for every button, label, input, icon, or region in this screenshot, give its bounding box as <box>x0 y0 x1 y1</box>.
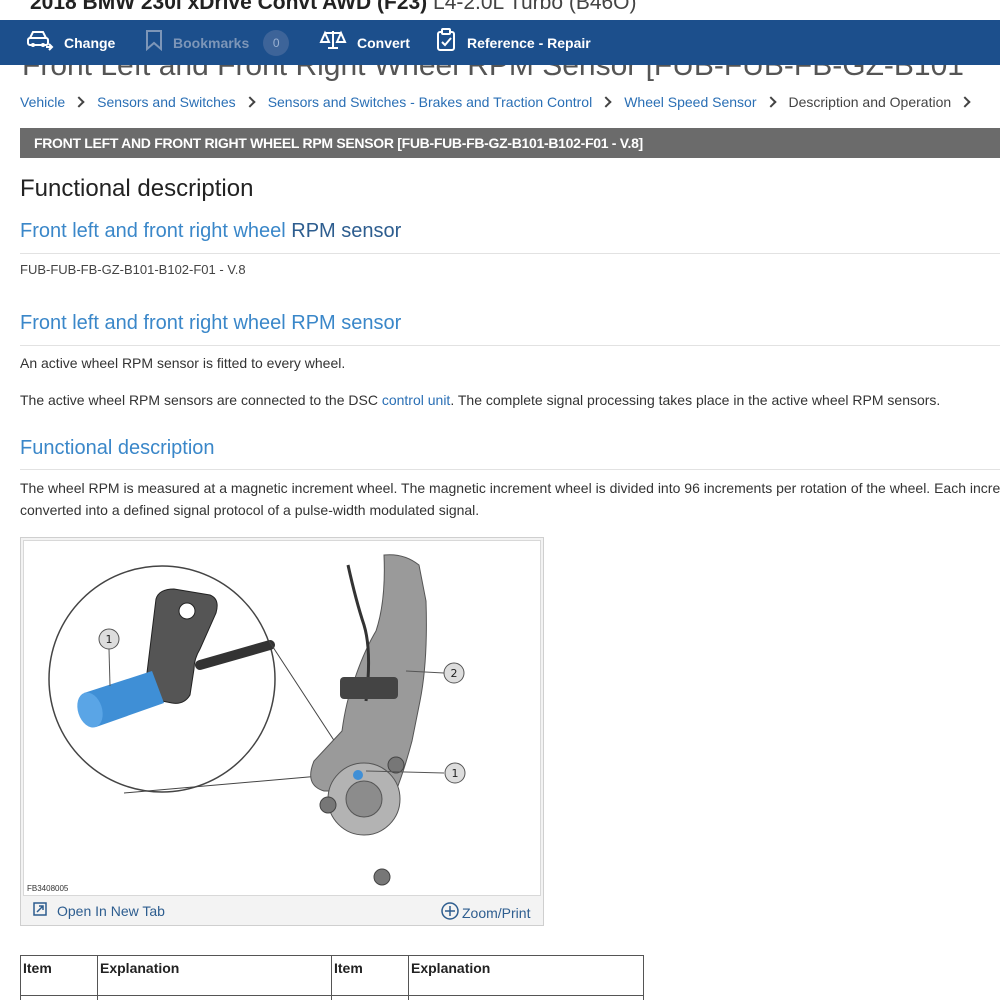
paragraph-increment-wheel-line2: converted into a defined signal protocol… <box>20 502 480 518</box>
divider <box>20 253 1000 254</box>
divider <box>20 345 1000 346</box>
illustration-drawing: 1 2 1 <box>48 554 466 886</box>
breadcrumb-vehicle[interactable]: Vehicle <box>20 94 65 110</box>
item-explanation-table: Item Explanation Item Explanation <box>20 955 644 1000</box>
table-header-explanation: Explanation <box>97 955 332 996</box>
subheading-sensor-part1: Front left and front right wheel <box>20 220 292 242</box>
chevron-right-icon <box>244 96 256 108</box>
breadcrumb-wheel-speed-sensor[interactable]: Wheel Speed Sensor <box>624 94 756 110</box>
table-cell <box>331 995 409 1000</box>
chevron-right-icon <box>959 96 971 108</box>
bookmarks-label: Bookmarks <box>173 34 250 51</box>
scale-icon <box>319 29 347 56</box>
page-heading-container: Front Left and Front Right Wheel RPM Sen… <box>0 65 1000 81</box>
table-cell <box>20 995 98 1000</box>
subheading-sensor: Front left and front right wheel RPM sen… <box>20 220 401 243</box>
bookmark-count-badge: 0 <box>263 29 290 56</box>
reference-repair-button[interactable]: Reference - Repair <box>435 20 591 65</box>
wheel-sensor-illustration: 1 2 1 FB3408005 <box>23 540 541 896</box>
divider <box>20 469 1000 470</box>
convert-label: Convert <box>357 34 410 51</box>
car-swap-icon <box>26 28 54 57</box>
table-cell <box>408 995 644 1000</box>
figure-code: FB3408005 <box>27 884 69 893</box>
callout-2-label: 2 <box>451 667 458 680</box>
paragraph-dsc-text: The active wheel RPM sensors are connect… <box>20 392 382 408</box>
table-header-row: Item Explanation Item Explanation <box>20 955 644 996</box>
clipboard-check-icon <box>435 28 457 57</box>
paragraph-dsc-text-end: . The complete signal processing takes p… <box>450 392 941 408</box>
section-title-bar: FRONT LEFT AND FRONT RIGHT WHEEL RPM SEN… <box>20 128 1000 158</box>
component-code: FUB-FUB-FB-GZ-B101-B102-F01 - V.8 <box>20 262 246 277</box>
change-button[interactable]: Change <box>26 20 115 65</box>
callout-1b-label: 1 <box>452 767 459 780</box>
heading-functional-description: Functional description <box>20 175 254 202</box>
bookmarks-button[interactable]: Bookmarks 0 <box>145 20 290 65</box>
reference-label: Reference - Repair <box>467 34 591 51</box>
bookmark-icon <box>145 29 163 56</box>
vehicle-title: 2018 BMW 230i xDrive Convt AWD (F23) L4-… <box>30 0 637 15</box>
figure-panel: 1 2 1 FB3408005 Open In New Tab Zoom/Pri… <box>20 537 544 926</box>
chevron-right-icon <box>600 96 612 108</box>
breadcrumb-description-operation: Description and Operation <box>788 94 952 110</box>
paragraph-increment-wheel-line1: The wheel RPM is measured at a magnetic … <box>20 480 1000 496</box>
convert-button[interactable]: Convert <box>319 20 410 65</box>
breadcrumb-brakes-traction[interactable]: Sensors and Switches - Brakes and Tracti… <box>268 94 593 110</box>
subheading-sensor-part2: RPM sensor <box>291 220 402 242</box>
table-header-item: Item <box>331 955 409 996</box>
chevron-right-icon <box>73 96 85 108</box>
table-cell <box>97 995 332 1000</box>
vehicle-header: 2018 BMW 230i xDrive Convt AWD (F23) L4-… <box>0 0 1000 22</box>
zoom-plus-icon <box>441 902 459 923</box>
zoom-print-label: Zoom/Print <box>462 904 531 921</box>
toolbar: Change Bookmarks 0 Convert Reference - R… <box>0 20 1000 65</box>
subheading-functional-description: Functional description <box>20 437 215 459</box>
external-tab-icon <box>33 902 47 919</box>
paragraph-sensor-fitted: An active wheel RPM sensor is fitted to … <box>20 355 346 371</box>
zoom-print-button[interactable]: Zoom/Print <box>441 902 530 923</box>
control-unit-link[interactable]: control unit <box>382 392 450 408</box>
open-in-new-tab-button[interactable]: Open In New Tab <box>33 902 165 919</box>
open-in-new-tab-label: Open In New Tab <box>57 902 165 919</box>
callout-1-label: 1 <box>106 633 113 646</box>
vehicle-name: 2018 BMW 230i xDrive Convt AWD (F23) <box>30 0 428 14</box>
subheading-sensor-2: Front left and front right wheel RPM sen… <box>20 312 402 334</box>
table-header-item: Item <box>20 955 98 996</box>
chevron-right-icon <box>764 96 777 108</box>
breadcrumb-sensors-switches[interactable]: Sensors and Switches <box>97 94 236 110</box>
table-row <box>20 995 644 1000</box>
change-label: Change <box>64 34 116 51</box>
vehicle-engine: L4-2.0L Turbo (B46O) <box>433 0 637 14</box>
breadcrumb: Vehicle Sensors and Switches Sensors and… <box>20 92 983 112</box>
page-title: Front Left and Front Right Wheel RPM Sen… <box>22 65 964 81</box>
table-header-explanation: Explanation <box>408 955 644 996</box>
paragraph-dsc-connection: The active wheel RPM sensors are connect… <box>20 392 940 408</box>
